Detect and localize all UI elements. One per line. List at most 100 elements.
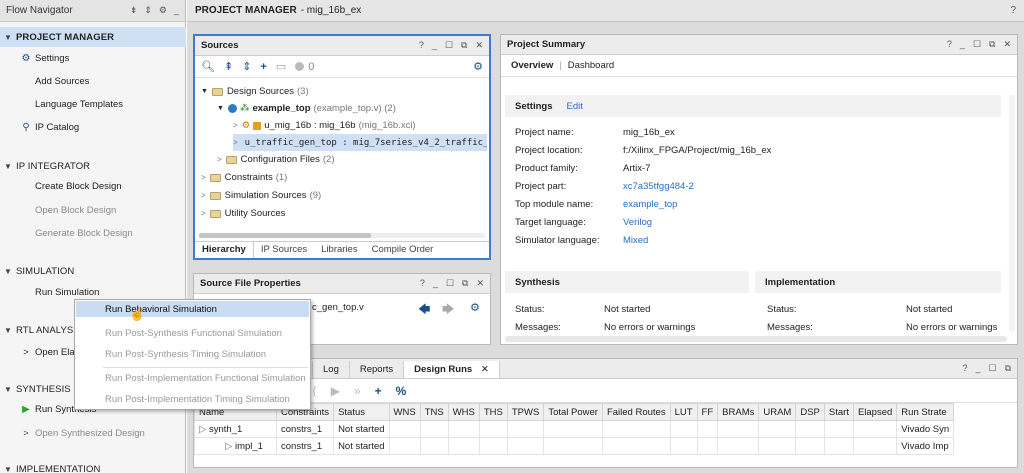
nav-run-simulation[interactable]: Run Simulation [35,284,99,300]
close-icon[interactable]: ✕ [475,40,483,51]
tab-reports[interactable]: Reports [348,361,403,378]
expand-icon[interactable]: ▷ [199,424,209,435]
section-simulation[interactable]: ▼ SIMULATION [0,261,186,281]
add-icon[interactable]: + [260,61,266,73]
help-icon[interactable]: ? [419,40,424,51]
tab-ip-sources[interactable]: IP Sources [254,242,314,258]
summary-value[interactable]: Mixed [623,235,648,246]
column-header[interactable]: DSP [795,403,825,421]
fast-forward-icon[interactable]: » [354,384,361,398]
tab-dashboard[interactable]: Dashboard [568,60,614,71]
column-header[interactable]: BRAMs [717,403,760,421]
column-header[interactable]: Failed Routes [601,403,671,421]
column-header[interactable]: Run Strate [896,403,955,421]
column-header[interactable]: URAM [758,403,797,421]
summary-value[interactable]: xc7a35tfgg484-2 [623,181,694,192]
launch-run-icon[interactable]: ▶ [331,384,340,398]
tab-log[interactable]: Log [312,361,349,378]
nav-settings[interactable]: ⚙ Settings [22,50,70,66]
column-header[interactable]: FF [696,403,719,421]
tree-design-sources[interactable]: ▼ Design Sources (3) [201,83,309,100]
percent-icon[interactable]: % [396,384,407,398]
reset-runs-icon[interactable]: ⟨ [312,384,317,398]
collapse-all-icon[interactable]: ⇞ [224,60,233,73]
column-header[interactable]: Start [823,403,854,421]
expand-icon[interactable]: ▷ [225,441,235,452]
tree-utility-sources[interactable]: > Utility Sources [201,205,285,222]
nav-ip-catalog[interactable]: ⚲ IP Catalog [22,119,79,135]
table-row[interactable]: ▷ synth_1 constrs_1 Not started Vivado Syn [194,420,955,438]
column-header[interactable]: TPWS [506,403,545,421]
minimize-icon[interactable]: _ [975,363,980,374]
h-scrollbar[interactable] [505,336,1007,342]
restore-icon[interactable]: ☐ [988,363,996,374]
float-icon[interactable]: ⧉ [462,278,468,289]
help-icon[interactable]: ? [962,363,967,374]
menu-post-impl-functional[interactable]: Run Post-Implementation Functional Simul… [105,370,306,386]
tab-hierarchy[interactable]: Hierarchy [195,242,254,258]
tab-design-runs[interactable]: Design Runs ✕ [403,361,500,378]
minimize-icon[interactable]: _ [960,39,965,50]
nav-open-synthesized-design[interactable]: > Open Synthesized Design [23,425,144,441]
nav-add-sources[interactable]: Add Sources [35,73,89,89]
column-header[interactable]: WHS [447,403,480,421]
tree-u-mig-16b[interactable]: > ⚙ u_mig_16b : mig_16b (mig_16b.xci) [233,117,416,134]
file-icon[interactable]: ▭ [276,60,286,73]
tree-configuration-files[interactable]: > Configuration Files (2) [217,151,335,168]
collapse-all-icon[interactable]: ⇟ [130,5,138,16]
float-icon[interactable]: ⧉ [461,40,467,51]
minimize-icon[interactable]: _ [432,40,437,51]
column-header[interactable]: WNS [388,403,421,421]
expand-all-icon[interactable]: ⇕ [242,60,251,73]
table-row[interactable]: ▷ impl_1 constrs_1 Not started Vivado Imp [194,437,955,455]
nav-create-block-design[interactable]: Create Block Design [35,178,122,194]
h-scrollbar[interactable] [199,233,485,238]
close-icon[interactable]: ✕ [1003,39,1011,50]
close-icon[interactable]: ✕ [481,364,489,375]
minimize-icon[interactable]: _ [174,5,179,16]
gear-icon[interactable]: ⚙ [473,60,483,73]
section-project-manager[interactable]: ▼ PROJECT MANAGER [0,27,186,47]
nav-open-block-design[interactable]: Open Block Design [35,202,116,218]
help-icon[interactable]: ? [1010,5,1016,16]
menu-post-synth-functional[interactable]: Run Post-Synthesis Functional Simulation [105,325,282,341]
tree-u-traffic-gen-top[interactable]: > u_traffic_gen_top : mig_7series_v4_2_tr… [233,134,487,151]
add-run-icon[interactable]: + [375,384,382,398]
search-icon[interactable]: 🔍︎ [201,60,215,73]
column-header[interactable]: TNS [419,403,449,421]
nav-language-templates[interactable]: Language Templates [35,96,123,112]
settings-gear-icon[interactable]: ⚙ [159,5,167,16]
column-header[interactable]: Elapsed [852,403,898,421]
help-icon[interactable]: ? [420,278,425,289]
tab-compile-order[interactable]: Compile Order [365,242,441,258]
column-header[interactable]: Status [333,403,390,421]
section-ip-integrator[interactable]: ▼ IP INTEGRATOR [0,156,186,176]
restore-icon[interactable]: ☐ [446,278,454,289]
summary-value[interactable]: Verilog [623,217,652,228]
restore-icon[interactable]: ☐ [445,40,453,51]
gear-icon[interactable]: ⚙ [470,301,480,314]
column-header[interactable]: LUT [669,403,698,421]
float-icon[interactable]: ⧉ [1005,363,1011,374]
forward-arrow-icon[interactable]: 🡆 [442,300,454,321]
edit-link[interactable]: Edit [566,101,582,112]
summary-value[interactable]: example_top [623,199,677,210]
expand-all-icon[interactable]: ⇕ [144,5,152,16]
tree-example-top[interactable]: ▼ ⁂ example_top (example_top.v) (2) [217,100,396,117]
section-implementation[interactable]: ▼ IMPLEMENTATION [0,459,186,473]
menu-post-impl-timing[interactable]: Run Post-Implementation Timing Simulatio… [105,391,290,407]
restore-icon[interactable]: ☐ [973,39,981,50]
menu-post-synth-timing[interactable]: Run Post-Synthesis Timing Simulation [105,346,266,362]
tree-constraints[interactable]: > Constraints (1) [201,169,287,186]
tab-libraries[interactable]: Libraries [314,242,364,258]
menu-run-behavioral-simulation[interactable]: Run Behavioral Simulation [76,301,309,317]
back-arrow-icon[interactable]: 🡄 [418,300,430,321]
v-scrollbar[interactable] [1009,95,1015,331]
help-icon[interactable]: ? [947,39,952,50]
tree-simulation-sources[interactable]: > Simulation Sources (9) [201,187,321,204]
nav-open-elaborated[interactable]: > Open Ela [23,344,74,360]
float-icon[interactable]: ⧉ [989,39,995,50]
minimize-icon[interactable]: _ [433,278,438,289]
tab-overview[interactable]: Overview [511,60,553,71]
close-icon[interactable]: ✕ [476,278,484,289]
